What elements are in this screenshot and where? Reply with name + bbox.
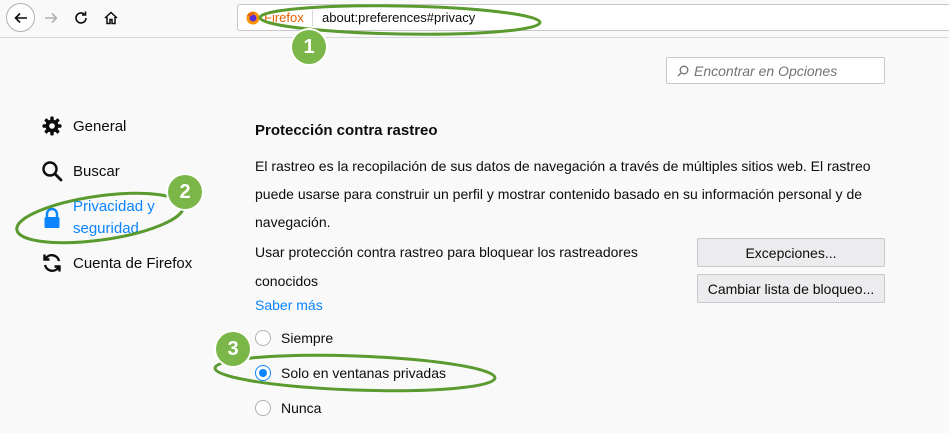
reload-icon [75,11,87,24]
gear-icon [41,115,63,137]
learn-more-link[interactable]: Saber más [255,297,323,313]
sidebar-item-label: General [73,117,127,135]
home-icon [104,11,118,25]
url-bar[interactable]: Firefox about:preferences#privacy [237,4,949,31]
find-in-options-input[interactable]: Encontrar en Opciones [666,57,885,84]
reload-button[interactable] [67,4,95,32]
lock-icon [41,207,63,229]
radio-button-checked[interactable] [255,365,271,381]
use-tracking-protection-text: Usar protección contra rastreo para bloq… [255,238,675,296]
sidebar-item-label: Privacidad y seguridad [73,196,155,240]
radio-private-only[interactable]: Solo en ventanas privadas [255,365,446,381]
home-button[interactable] [97,4,125,32]
exceptions-button[interactable]: Excepciones... [697,238,885,267]
sidebar-item-privacy[interactable]: Privacidad y seguridad [41,196,155,240]
description-line: navegación. [255,214,331,230]
annotation-badge-2: 2 [168,175,202,209]
radio-never[interactable]: Nunca [255,400,321,416]
radio-button[interactable] [255,400,271,416]
url-separator [312,10,313,26]
sidebar-item-general[interactable]: General [41,115,126,137]
change-block-list-button[interactable]: Cambiar lista de bloqueo... [697,274,885,303]
sidebar-item-label: Cuenta de Firefox [73,254,193,272]
use-text-line: Usar protección contra rastreo para bloq… [255,244,638,260]
radio-label: Solo en ventanas privadas [281,365,446,381]
search-icon [677,65,689,76]
description-line: El rastreo es la recopilación de sus dat… [255,158,871,174]
description-line: puede usarse para construir un perfil y … [255,186,863,202]
sidebar-item-firefox-account[interactable]: Cuenta de Firefox [41,252,192,274]
sidebar-item-buscar[interactable]: Buscar [41,160,120,182]
firefox-logo-icon [246,11,260,24]
tracking-description: El rastreo es la recopilación de sus dat… [255,152,885,236]
annotation-badge-1: 1 [292,30,326,64]
radio-label: Siempre [281,330,334,346]
label-line-1: Privacidad y [73,198,155,215]
url-text[interactable]: about:preferences#privacy [322,5,475,30]
arrow-right-icon [45,12,58,24]
sync-icon [41,252,63,274]
identity-label: Firefox [264,10,304,25]
arrow-left-icon [13,12,27,23]
back-button[interactable] [6,3,35,32]
section-title: Protección contra rastreo [255,122,438,139]
forward-button[interactable] [37,4,65,32]
radio-label: Nunca [281,400,322,416]
annotation-badge-3: 3 [216,332,250,366]
search-placeholder: Encontrar en Opciones [694,62,838,79]
search-icon [41,160,63,182]
browser-toolbar: Firefox about:preferences#privacy [0,0,949,38]
radio-button[interactable] [255,330,271,346]
radio-always[interactable]: Siempre [255,330,333,346]
identity-box[interactable]: Firefox [246,5,304,30]
use-text-line: conocidos [255,273,319,289]
label-line-2: seguridad [73,220,139,237]
sidebar-item-label: Buscar [73,162,120,180]
